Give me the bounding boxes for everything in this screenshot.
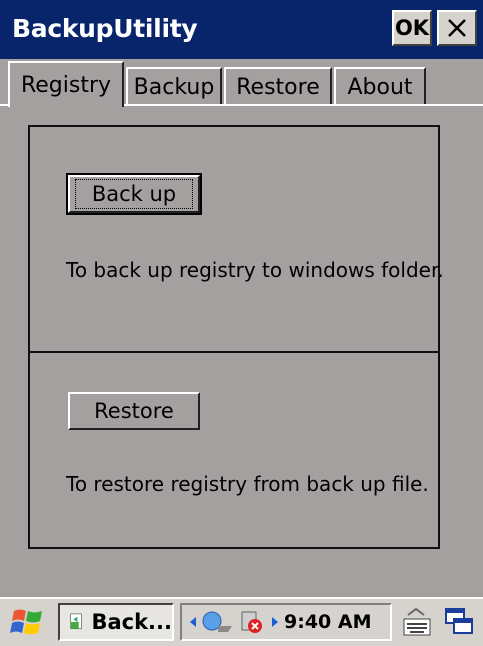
ok-button[interactable]: OK — [392, 10, 432, 46]
tab-registry[interactable]: Registry — [8, 61, 124, 107]
tab-backup[interactable]: Backup — [126, 67, 222, 105]
network-icon[interactable] — [200, 608, 234, 636]
title-bar: BackupUtility OK — [0, 0, 483, 59]
taskbar-app-label: Back... — [91, 610, 172, 634]
backup-registry-button[interactable]: Back up — [66, 173, 202, 215]
restore-description: To restore registry from back up file. — [66, 472, 429, 496]
switch-window-icon[interactable] — [444, 607, 474, 637]
tab-about[interactable]: About — [334, 67, 426, 105]
tab-restore[interactable]: Restore — [224, 67, 332, 105]
window-title: BackupUtility — [12, 14, 198, 43]
backup-app-icon — [70, 613, 82, 630]
tab-strip: Registry Backup Restore About — [0, 59, 483, 107]
security-alert-icon[interactable] — [238, 608, 266, 636]
close-button[interactable] — [437, 10, 477, 46]
close-icon — [448, 19, 466, 37]
restore-registry-group: Restore To restore registry from back up… — [28, 351, 440, 549]
taskbar: Back... 9:40 AM — [0, 597, 483, 646]
restore-registry-button[interactable]: Restore — [68, 392, 200, 430]
system-tray: 9:40 AM — [180, 603, 392, 641]
tray-left-arrow-icon[interactable] — [188, 615, 198, 629]
keyboard-icon[interactable] — [402, 607, 432, 637]
clock[interactable]: 9:40 AM — [284, 611, 372, 633]
tray-right-arrow-icon[interactable] — [270, 615, 280, 629]
windows-start-icon[interactable] — [10, 605, 46, 639]
backup-description: To back up registry to windows folder. — [66, 258, 444, 282]
backup-registry-group: Back up To back up registry to windows f… — [28, 125, 444, 353]
backup-button-label: Back up — [74, 179, 194, 209]
taskbar-app-button[interactable]: Back... — [58, 603, 174, 641]
